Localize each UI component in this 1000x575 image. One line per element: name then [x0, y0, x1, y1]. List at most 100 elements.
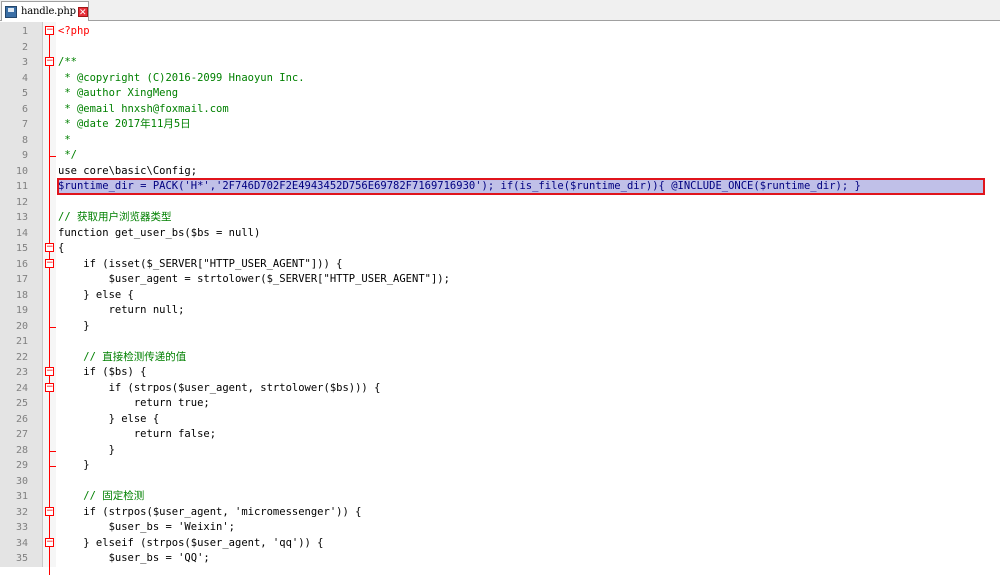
code-line[interactable]: 4 * @copyright (C)2016-2099 Hnaoyun Inc.: [0, 71, 1000, 87]
code-line[interactable]: 23 − if ($bs) {: [0, 365, 1000, 381]
code-line[interactable]: 14 function get_user_bs($bs = null): [0, 226, 1000, 242]
code-line[interactable]: 33 $user_bs = 'Weixin';: [0, 520, 1000, 536]
fold-toggle-icon[interactable]: −: [45, 537, 54, 547]
code-text: } else {: [58, 412, 160, 425]
line-number: 35: [15, 553, 28, 564]
code-text: }: [58, 443, 115, 456]
line-number: 10: [15, 165, 28, 177]
code-text: {: [58, 242, 65, 254]
line-number: 7: [21, 119, 28, 130]
code-text: *: [58, 133, 71, 146]
code-line[interactable]: 6 * @email hnxsh@foxmail.com: [0, 102, 1000, 118]
code-line[interactable]: 35 $user_bs = 'QQ';: [0, 551, 1000, 567]
fold-toggle-icon[interactable]: −: [45, 26, 54, 35]
line-number: 4: [21, 72, 28, 84]
code-text: * @author XingMeng: [58, 87, 179, 99]
line-number: 9: [21, 150, 28, 161]
code-line[interactable]: 10 use core\basic\Config;: [0, 164, 1000, 180]
code-line[interactable]: 8 *: [0, 133, 1000, 149]
line-number: 11: [15, 181, 28, 192]
line-number: 32: [15, 506, 28, 518]
fold-end-marker-icon: [49, 444, 56, 452]
code-text: } else {: [58, 288, 134, 301]
code-text: * @date 2017年11月5日: [58, 118, 191, 130]
code-line[interactable]: 1 − <?php: [0, 24, 1000, 40]
code-line[interactable]: 31 // 固定检测: [0, 489, 1000, 505]
code-text: // 直接检测传递的值: [58, 350, 187, 363]
line-number: 1: [21, 26, 28, 37]
fold-toggle-icon[interactable]: −: [45, 382, 54, 392]
code-line[interactable]: 19 return null;: [0, 303, 1000, 319]
code-line[interactable]: 25 return true;: [0, 396, 1000, 412]
code-line[interactable]: 7 * @date 2017年11月5日: [0, 117, 1000, 133]
tab-label: handle.php: [21, 6, 76, 17]
code-text: function get_user_bs($bs = null): [58, 226, 261, 239]
tab-bar: handle.php ✕: [0, 0, 1000, 21]
code-line[interactable]: 11 $runtime_dir = PACK('H*','2F746D702F2E…: [0, 178, 1000, 195]
line-number: 8: [21, 134, 28, 146]
code-line[interactable]: 9 */: [0, 148, 1000, 164]
line-number: 19: [15, 305, 28, 316]
code-line[interactable]: 26 } else {: [0, 412, 1000, 428]
line-number: 5: [21, 88, 28, 99]
line-number: 27: [15, 429, 28, 440]
code-line[interactable]: 32 − if (strpos($user_agent, 'micromessen…: [0, 505, 1000, 521]
code-text: * @email hnxsh@foxmail.com: [58, 102, 229, 115]
fold-end-marker-icon: [49, 320, 56, 328]
fold-end-marker-icon: [49, 150, 56, 157]
code-line[interactable]: 18 } else {: [0, 288, 1000, 304]
code-line[interactable]: 34 − } elseif (strpos($user_agent, 'qq'))…: [0, 536, 1000, 552]
code-text: * @copyright (C)2016-2099 Hnaoyun Inc.: [58, 71, 305, 84]
code-line[interactable]: 27 return false;: [0, 427, 1000, 443]
code-line[interactable]: 22 // 直接检测传递的值: [0, 350, 1000, 366]
code-line[interactable]: 21: [0, 334, 1000, 350]
fold-toggle-icon[interactable]: −: [45, 506, 54, 516]
code-line[interactable]: 13 // 获取用户浏览器类型: [0, 210, 1000, 226]
code-text: }: [58, 319, 90, 332]
code-line[interactable]: 28 }: [0, 443, 1000, 459]
code-line[interactable]: 16 − if (isset($_SERVER["HTTP_USER_AGENT"…: [0, 257, 1000, 273]
line-number: 24: [15, 382, 28, 394]
line-number: 29: [15, 460, 28, 471]
code-line[interactable]: 20 }: [0, 319, 1000, 335]
code-line[interactable]: 29 }: [0, 458, 1000, 474]
code-line[interactable]: 24 − if (strpos($user_agent, strtolower($…: [0, 381, 1000, 397]
fold-toggle-icon[interactable]: −: [45, 243, 54, 252]
line-number: 17: [15, 274, 28, 285]
code-text: } elseif (strpos($user_agent, 'qq')) {: [58, 536, 324, 549]
line-number: 25: [15, 398, 28, 409]
code-text: return false;: [58, 428, 217, 440]
code-line[interactable]: 2: [0, 40, 1000, 56]
line-number: 16: [15, 258, 28, 270]
fold-toggle-icon[interactable]: −: [45, 367, 54, 376]
code-text: // 获取用户浏览器类型: [58, 211, 172, 223]
code-text: $runtime_dir = PACK('H*','2F746D702F2E49…: [58, 180, 861, 192]
code-editor[interactable]: 1− <?php 2 3−/** 4 * @copyright (C)2016-2099…: [0, 22, 1000, 575]
line-number: 34: [15, 537, 28, 549]
line-number: 28: [15, 444, 28, 456]
code-line[interactable]: 15 −{: [0, 241, 1000, 257]
line-number: 15: [15, 243, 28, 254]
line-number: 23: [15, 367, 28, 378]
line-number: 3: [21, 57, 28, 68]
line-number: 14: [15, 227, 28, 239]
code-line[interactable]: 3 −/**: [0, 55, 1000, 71]
code-line[interactable]: 17 $user_agent = strtolower($_SERVER["HT…: [0, 272, 1000, 288]
close-icon[interactable]: ✕: [77, 6, 88, 18]
code-text: <?php: [58, 25, 90, 37]
code-line[interactable]: 5 * @author XingMeng: [0, 86, 1000, 102]
line-number: 6: [21, 103, 28, 115]
fold-toggle-icon[interactable]: −: [45, 57, 54, 66]
code-text: use core\basic\Config;: [58, 164, 198, 177]
code-text: return true;: [58, 397, 210, 409]
line-number: 12: [15, 196, 28, 208]
tab-handle-php[interactable]: handle.php ✕: [1, 1, 89, 21]
fold-toggle-icon[interactable]: −: [45, 258, 54, 268]
line-number: 30: [15, 475, 28, 487]
code-line[interactable]: 30: [0, 474, 1000, 490]
code-text: if (isset($_SERVER["HTTP_USER_AGENT"])) …: [58, 257, 343, 270]
line-number: 2: [21, 41, 28, 53]
line-number: 33: [15, 522, 28, 533]
code-text: if (strpos($user_agent, 'micromessenger'…: [58, 505, 362, 518]
code-line[interactable]: 12: [0, 195, 1000, 211]
